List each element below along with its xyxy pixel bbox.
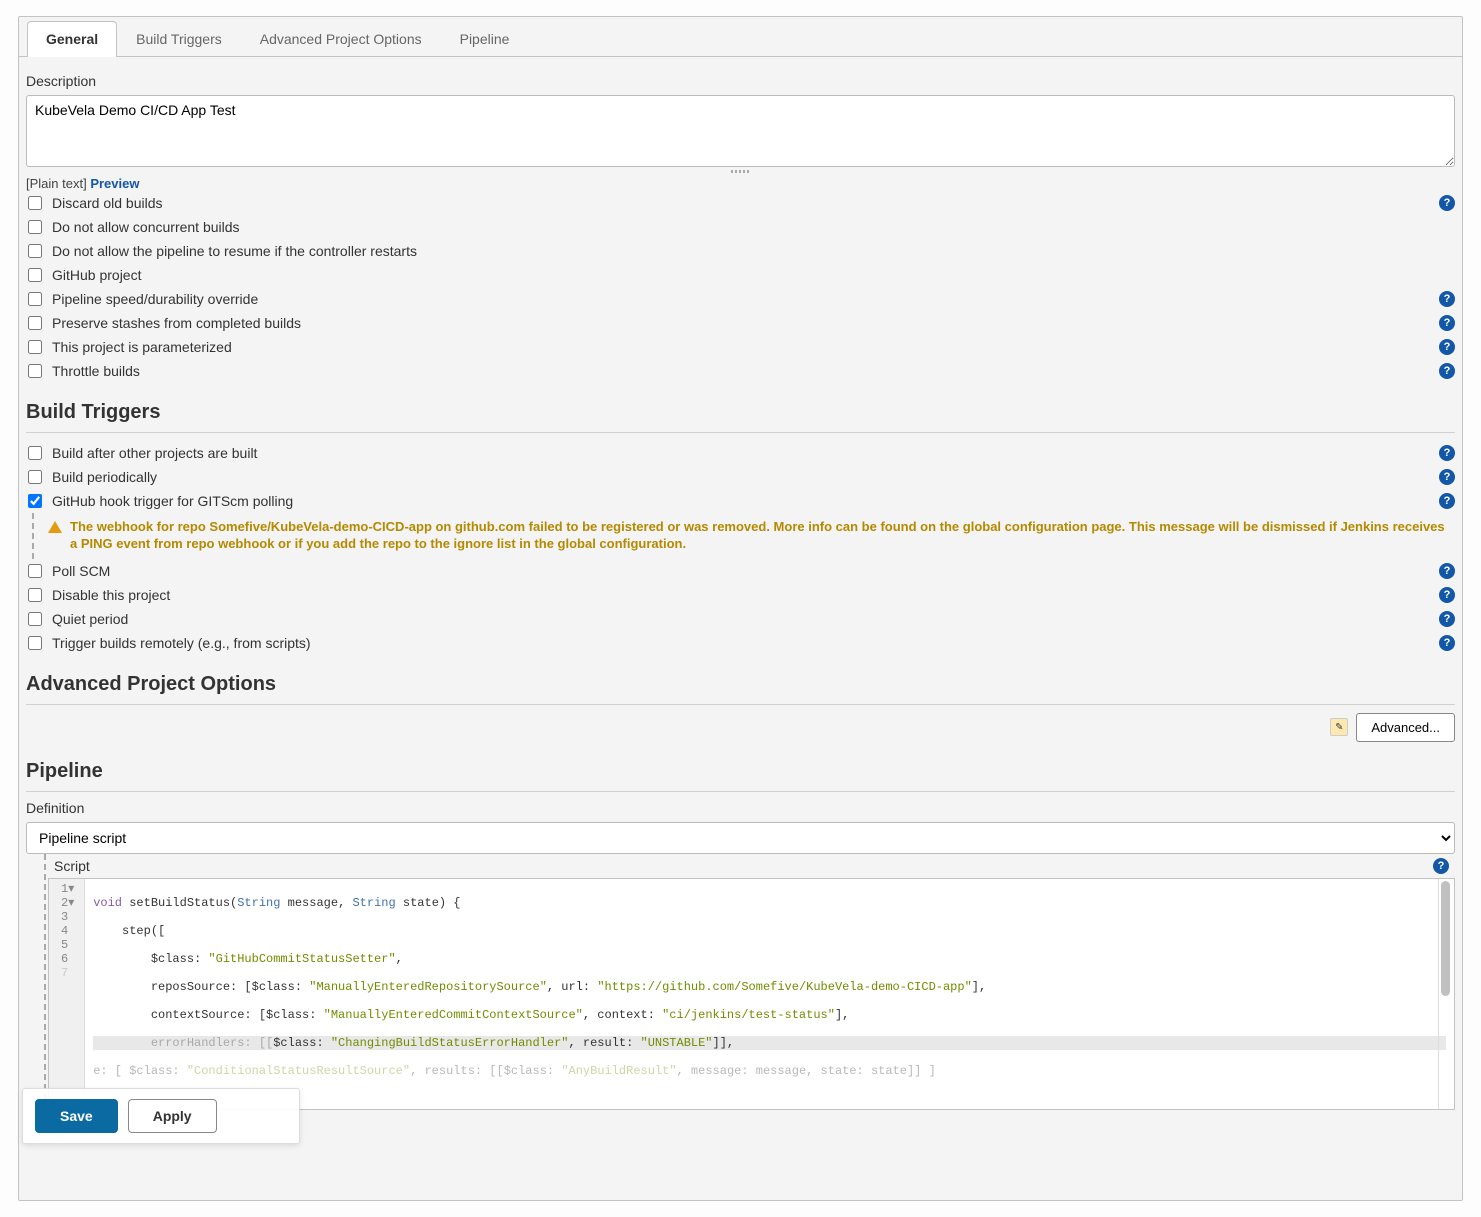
save-button[interactable]: Save bbox=[35, 1099, 118, 1133]
github-project-checkbox[interactable] bbox=[28, 268, 42, 282]
parameterized-label: This project is parameterized bbox=[52, 339, 1431, 355]
build-triggers-title: Build Triggers bbox=[26, 401, 1455, 424]
tab-bar: General Build Triggers Advanced Project … bbox=[19, 17, 1462, 57]
build-periodic-checkbox[interactable] bbox=[28, 470, 42, 484]
script-block: Script ? 1▾ 2▾ 3 4 5 6 7 void setBuildSt… bbox=[44, 854, 1455, 1110]
preserve-stashes-label: Preserve stashes from completed builds bbox=[52, 315, 1431, 331]
speed-override-label: Pipeline speed/durability override bbox=[52, 291, 1431, 307]
throttle-label: Throttle builds bbox=[52, 363, 1431, 379]
editor-code[interactable]: void setBuildStatus(String message, Stri… bbox=[85, 879, 1454, 1109]
pipeline-title: Pipeline bbox=[26, 760, 1455, 783]
preserve-stashes-checkbox[interactable] bbox=[28, 316, 42, 330]
warning-icon bbox=[48, 521, 62, 533]
advanced-button[interactable]: Advanced... bbox=[1356, 713, 1455, 742]
advanced-row: ✎ Advanced... bbox=[26, 713, 1455, 742]
help-icon[interactable]: ? bbox=[1439, 611, 1455, 627]
form-content: Description [Plain text] Preview Discard… bbox=[19, 57, 1462, 1200]
help-icon[interactable]: ? bbox=[1439, 339, 1455, 355]
webhook-warning: The webhook for repo Somefive/KubeVela-d… bbox=[32, 513, 1455, 559]
github-hook-label: GitHub hook trigger for GITScm polling bbox=[52, 493, 1431, 509]
apply-button[interactable]: Apply bbox=[128, 1099, 217, 1133]
tab-advanced-options[interactable]: Advanced Project Options bbox=[241, 21, 441, 56]
quiet-period-checkbox[interactable] bbox=[28, 612, 42, 626]
preview-link[interactable]: Preview bbox=[90, 176, 139, 191]
editor-gutter: 1▾ 2▾ 3 4 5 6 7 bbox=[49, 879, 85, 1109]
no-concurrent-checkbox[interactable] bbox=[28, 220, 42, 234]
disable-project-checkbox[interactable] bbox=[28, 588, 42, 602]
help-icon[interactable]: ? bbox=[1439, 635, 1455, 651]
github-hook-checkbox[interactable] bbox=[28, 494, 42, 508]
parameterized-checkbox[interactable] bbox=[28, 340, 42, 354]
poll-scm-checkbox[interactable] bbox=[28, 564, 42, 578]
plain-text-label: [Plain text] bbox=[26, 176, 87, 191]
editor-scrollbar[interactable] bbox=[1438, 879, 1452, 1109]
script-label: Script bbox=[54, 858, 1425, 874]
no-resume-label: Do not allow the pipeline to resume if t… bbox=[52, 243, 1455, 259]
no-concurrent-label: Do not allow concurrent builds bbox=[52, 219, 1455, 235]
edit-icon: ✎ bbox=[1330, 718, 1348, 736]
poll-scm-label: Poll SCM bbox=[52, 563, 1431, 579]
trigger-remote-checkbox[interactable] bbox=[28, 636, 42, 650]
quiet-period-label: Quiet period bbox=[52, 611, 1431, 627]
help-icon[interactable]: ? bbox=[1439, 493, 1455, 509]
description-format-row: [Plain text] Preview bbox=[26, 176, 1455, 191]
tab-pipeline[interactable]: Pipeline bbox=[441, 21, 529, 56]
speed-override-checkbox[interactable] bbox=[28, 292, 42, 306]
code-editor[interactable]: 1▾ 2▾ 3 4 5 6 7 void setBuildStatus(Stri… bbox=[48, 878, 1455, 1110]
no-resume-checkbox[interactable] bbox=[28, 244, 42, 258]
description-label: Description bbox=[26, 73, 1455, 89]
build-after-label: Build after other projects are built bbox=[52, 445, 1431, 461]
help-icon[interactable]: ? bbox=[1439, 363, 1455, 379]
resize-grip[interactable] bbox=[26, 168, 1455, 174]
tab-build-triggers[interactable]: Build Triggers bbox=[117, 21, 241, 56]
description-input[interactable] bbox=[26, 95, 1455, 167]
discard-old-builds-label: Discard old builds bbox=[52, 195, 1431, 211]
help-icon[interactable]: ? bbox=[1433, 858, 1449, 874]
definition-label: Definition bbox=[26, 800, 1455, 816]
build-after-checkbox[interactable] bbox=[28, 446, 42, 460]
help-icon[interactable]: ? bbox=[1439, 195, 1455, 211]
github-project-label: GitHub project bbox=[52, 267, 1455, 283]
help-icon[interactable]: ? bbox=[1439, 563, 1455, 579]
definition-select[interactable]: Pipeline script bbox=[26, 822, 1455, 854]
build-periodic-label: Build periodically bbox=[52, 469, 1431, 485]
advanced-options-title: Advanced Project Options bbox=[26, 673, 1455, 696]
trigger-remote-label: Trigger builds remotely (e.g., from scri… bbox=[52, 635, 1431, 651]
tab-general[interactable]: General bbox=[27, 21, 117, 57]
help-icon[interactable]: ? bbox=[1439, 315, 1455, 331]
help-icon[interactable]: ? bbox=[1439, 445, 1455, 461]
help-icon[interactable]: ? bbox=[1439, 469, 1455, 485]
throttle-checkbox[interactable] bbox=[28, 364, 42, 378]
help-icon[interactable]: ? bbox=[1439, 587, 1455, 603]
config-panel: General Build Triggers Advanced Project … bbox=[18, 16, 1463, 1201]
discard-old-builds-checkbox[interactable] bbox=[28, 196, 42, 210]
disable-project-label: Disable this project bbox=[52, 587, 1431, 603]
footer-buttons: Save Apply bbox=[22, 1088, 300, 1144]
help-icon[interactable]: ? bbox=[1439, 291, 1455, 307]
warning-text: The webhook for repo Somefive/KubeVela-d… bbox=[70, 519, 1453, 553]
